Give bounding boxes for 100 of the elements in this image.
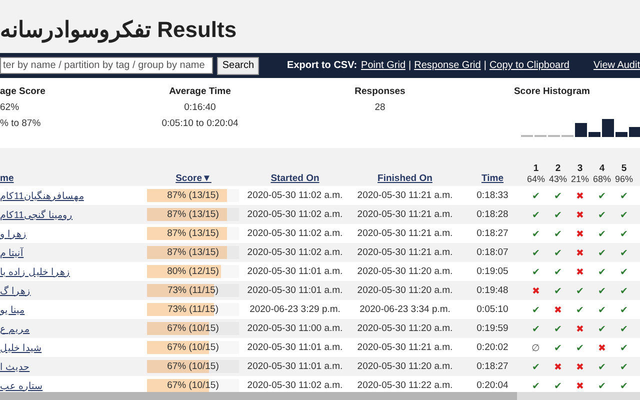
link-separator: | xyxy=(408,60,412,71)
check-icon: ✔ xyxy=(554,324,562,334)
check-icon: ✔ xyxy=(620,362,628,372)
question-number: 4 xyxy=(599,163,605,174)
table-cell-text: 0:18:07 xyxy=(476,247,510,258)
cross-icon: ✖ xyxy=(576,380,584,392)
empty-set-icon: ∅ xyxy=(532,342,540,354)
column-header[interactable]: Started On xyxy=(240,173,350,184)
cross-icon: ✖ xyxy=(554,362,562,372)
cross-icon: ✖ xyxy=(554,304,562,316)
link-separator: | xyxy=(484,60,486,71)
stat-label: Score Histogram xyxy=(514,86,590,97)
check-icon: ✔ xyxy=(532,380,540,392)
check-icon: ✔ xyxy=(532,324,540,334)
check-icon: ✔ xyxy=(598,266,606,278)
check-icon: ✔ xyxy=(620,266,628,278)
score-text: 67% (10/15) xyxy=(166,360,220,373)
table-cell-text: 2020-05-30 11:21 a.m. xyxy=(356,209,454,220)
stat-label: Responses xyxy=(354,86,406,97)
check-icon: ✔ xyxy=(554,248,562,258)
check-icon: ✔ xyxy=(532,210,540,220)
question-number: 3 xyxy=(577,163,583,174)
score-text: 87% (13/15) xyxy=(166,189,220,202)
export-link[interactable]: Copy to Clipboard xyxy=(489,60,570,71)
table-cell-text: 2020-05-30 11:21 a.m. xyxy=(356,228,454,239)
cross-icon: ✖ xyxy=(576,248,584,258)
column-header[interactable]: Finished On xyxy=(350,173,460,184)
question-number: 2 xyxy=(555,163,561,174)
check-icon: ✔ xyxy=(598,286,606,296)
table-cell-text: 0:18:33 xyxy=(476,190,510,201)
stat-value: 28 xyxy=(374,102,386,113)
check-icon: ✔ xyxy=(620,324,628,334)
question-number: 5 xyxy=(621,163,627,174)
check-icon: ✔ xyxy=(620,286,628,296)
table-cell-text: 2020-05-30 11:00 a.m. xyxy=(246,323,344,334)
column-header[interactable]: me xyxy=(0,173,140,184)
search-button[interactable]: Search xyxy=(217,56,260,74)
table-cell-text: 2020-05-30 11:01 a.m. xyxy=(246,285,344,296)
table-cell-text: 0:18:28 xyxy=(476,209,510,220)
student-name-link[interactable]: رومینا گنجی11کام xyxy=(0,210,73,220)
search-field[interactable]: ter by name / partition by tag / group by name xyxy=(0,57,214,74)
check-icon: ✔ xyxy=(598,228,606,240)
check-icon: ✔ xyxy=(554,266,562,278)
check-icon: ✔ xyxy=(532,362,540,372)
check-icon: ✔ xyxy=(532,266,540,278)
cross-icon: ✖ xyxy=(532,286,540,296)
score-text: 73% (11/15) xyxy=(166,303,220,316)
stat-value: 0:05:10 to 0:20:04 xyxy=(162,118,238,129)
table-cell-text: 2020-05-30 11:02 a.m. xyxy=(246,247,344,258)
score-text: 80% (12/15) xyxy=(166,265,220,278)
export-link[interactable]: Response Grid xyxy=(414,60,481,71)
table-cell-text: 0:18:27 xyxy=(476,228,510,239)
histogram-bar xyxy=(602,119,614,137)
check-icon: ✔ xyxy=(598,304,606,316)
export-label: Export to CSV: xyxy=(287,60,358,71)
student-name-link[interactable]: شیدا خلیل xyxy=(0,342,42,354)
check-icon: ✔ xyxy=(620,380,628,392)
student-name-link[interactable]: مهسافرهنگیان11کام xyxy=(0,190,84,202)
table-cell-text: 0:19:05 xyxy=(476,266,510,277)
histogram-bar xyxy=(629,127,640,137)
check-icon: ✔ xyxy=(532,190,540,202)
check-icon: ✔ xyxy=(532,248,540,258)
score-text: 67% (10/15) xyxy=(166,379,220,392)
column-header[interactable]: Time xyxy=(460,173,525,184)
check-icon: ✔ xyxy=(576,286,584,296)
table-cell-text: 2020-05-30 11:20 a.m. xyxy=(356,285,454,296)
check-icon: ✔ xyxy=(620,248,628,258)
student-name-link[interactable]: زهرا گ xyxy=(0,286,31,296)
student-name-link[interactable]: آنیتا م xyxy=(0,248,24,258)
student-name-link[interactable]: ستاره عب xyxy=(0,380,43,392)
audit-link[interactable]: View Audit xyxy=(593,60,640,71)
table-cell-text: 2020-05-30 11:02 a.m. xyxy=(246,190,344,201)
table-cell-text: 2020-06-23 3:34 p.m. xyxy=(358,304,452,315)
student-name-link[interactable]: زهرا خلیل زاده با xyxy=(0,266,70,278)
question-percent: 68% xyxy=(592,174,611,184)
table-cell-text: 0:20:02 xyxy=(476,342,510,353)
cross-icon: ✖ xyxy=(598,342,606,354)
table-cell-text: 2020-05-30 11:02 a.m. xyxy=(246,209,344,220)
check-icon: ✔ xyxy=(620,210,628,220)
stat-value: % to 87% xyxy=(0,118,41,129)
check-icon: ✔ xyxy=(598,380,606,392)
cross-icon: ✖ xyxy=(576,362,584,372)
student-name-link[interactable]: حدیث ا xyxy=(0,362,30,372)
check-icon: ✔ xyxy=(620,190,628,202)
student-name-link[interactable]: مریم ع xyxy=(0,324,30,334)
check-icon: ✔ xyxy=(576,342,584,354)
question-percent: 64% xyxy=(526,174,545,184)
cross-icon: ✖ xyxy=(576,324,584,334)
column-header[interactable]: Score▼ xyxy=(140,173,240,184)
check-icon: ✔ xyxy=(620,342,628,354)
score-text: 67% (10/15) xyxy=(166,322,220,335)
check-icon: ✔ xyxy=(598,324,606,334)
horizontal-scrollbar[interactable] xyxy=(0,392,640,400)
export-link[interactable]: Point Grid xyxy=(361,60,406,71)
cross-icon: ✖ xyxy=(576,266,584,278)
check-icon: ✔ xyxy=(554,342,562,354)
stat-label: Average Time xyxy=(169,86,231,97)
check-icon: ✔ xyxy=(598,190,606,202)
check-icon: ✔ xyxy=(554,210,562,220)
check-icon: ✔ xyxy=(620,304,628,316)
